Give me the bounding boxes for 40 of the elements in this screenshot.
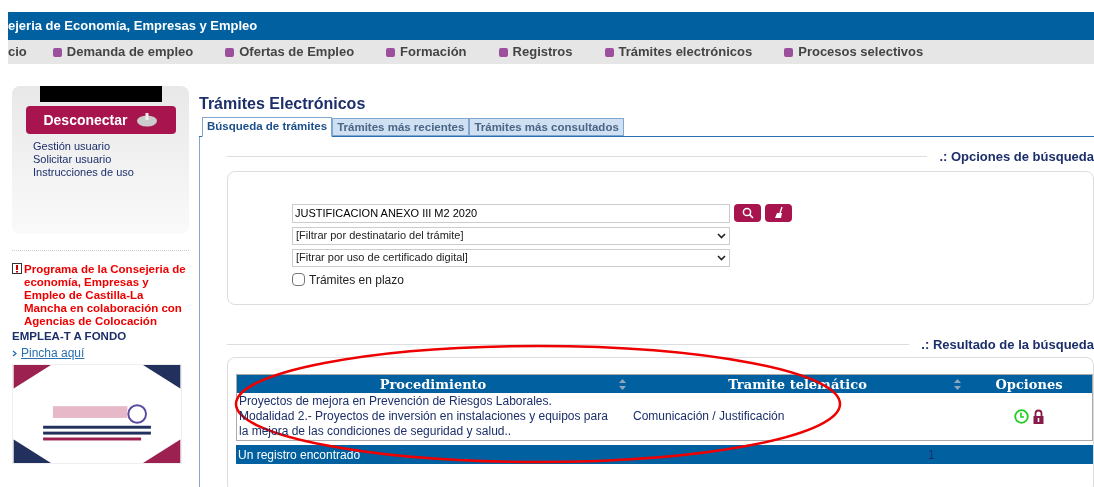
checkbox-label: Trámites en plazo xyxy=(309,271,404,289)
nav-link[interactable]: Formación xyxy=(400,42,467,62)
column-header: Opciones xyxy=(994,376,1064,394)
chevron-icon xyxy=(12,350,17,357)
nav-link[interactable]: Registros xyxy=(512,42,573,62)
filter-dropdown[interactable]: [Filtrar por destinatario del trámite] xyxy=(292,226,730,245)
result-count: Un registro encontrado xyxy=(237,446,362,464)
logout-button[interactable]: Desconectar xyxy=(25,106,176,134)
filter-dropdown[interactable]: [Fitrar por uso de certificado digital] xyxy=(292,248,730,267)
section-heading: .: Resultado de la búsqueda xyxy=(921,335,1094,354)
lock-icon[interactable] xyxy=(1033,409,1044,424)
header-title: ejeria de Economía, Empresas y Empleo xyxy=(8,17,258,36)
column-header[interactable]: Procedimiento xyxy=(237,375,629,395)
section-heading: .: Opciones de búsqueda xyxy=(939,148,1094,166)
nav-link[interactable]: Ofertas de Empleo xyxy=(239,42,355,62)
sidebar-link[interactable]: Instrucciones de uso xyxy=(33,166,134,179)
page-title: Trámites Electrónicos xyxy=(199,94,367,114)
nav-link[interactable]: Procesos selectivos xyxy=(798,42,924,62)
nav-link[interactable]: Trámites electrónicos xyxy=(618,42,753,62)
checkbox[interactable] xyxy=(292,273,305,286)
sidebar-link[interactable]: Gestión usuario xyxy=(33,140,134,153)
table-cell-text: Comunicación / Justificación xyxy=(632,409,786,424)
tab[interactable]: Trámites más consultados xyxy=(469,118,624,136)
clear-button[interactable] xyxy=(765,203,792,222)
power-icon xyxy=(135,113,158,127)
promo-title: EMPLEA-T A FONDO xyxy=(12,330,128,343)
promo-text: Programa de la Consejeria de economía, Empresas y Empleo de Castilla-La Mancha en colaboración con Agencias de Colocación xyxy=(24,263,187,328)
tab[interactable]: Búsqueda de trámites xyxy=(202,117,333,137)
sidebar-link[interactable]: Solicitar usuario xyxy=(33,153,134,166)
promo-link[interactable]: Pincha aquí xyxy=(21,347,85,360)
chevron-down-icon xyxy=(717,232,726,239)
tab[interactable]: Trámites más recientes xyxy=(332,118,470,136)
broom-icon xyxy=(773,206,784,219)
search-button[interactable] xyxy=(734,203,761,222)
chevron-down-icon xyxy=(717,254,726,261)
nav-link[interactable]: Demanda de empleo xyxy=(66,42,194,62)
search-field[interactable]: JUSTIFICACION ANEXO III M2 2020 xyxy=(292,203,730,223)
search-icon xyxy=(741,206,754,219)
alert-icon xyxy=(12,263,22,274)
nav-link[interactable]: cio xyxy=(8,42,27,62)
